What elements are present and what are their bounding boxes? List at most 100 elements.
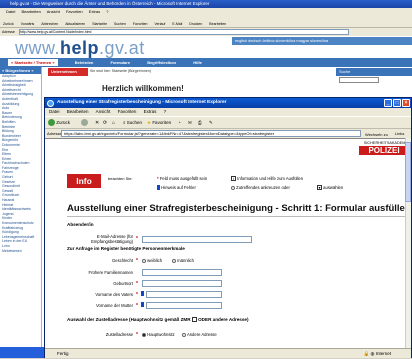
address-required-icon: * [136, 332, 138, 338]
side-nav-item[interactable]: Meldewesen [0, 249, 41, 254]
back-menu-help[interactable]: ? [106, 9, 108, 14]
section-person: Zur Anfrage im Register benötigte Person… [67, 246, 185, 251]
section-address-or: ODER [198, 317, 212, 322]
legend-select-text: auswählen [323, 185, 344, 190]
mother-name-field[interactable] [146, 302, 222, 309]
menu-view[interactable]: Ansicht [96, 109, 111, 114]
address-other-radio[interactable]: Andere Adresse [182, 332, 217, 337]
dropdown-sample-icon: ▾ [317, 185, 322, 191]
radio-selected-icon [142, 332, 146, 337]
address-bar: Adresse https://labc.bmi.gv.at/egovinfo/… [45, 128, 411, 137]
address-input[interactable]: https://labc.bmi.gv.at/egovinfo/Formular… [61, 130, 361, 137]
birthplace-field[interactable] [142, 280, 222, 287]
menu-favorites[interactable]: Favoriten [118, 109, 137, 114]
back-tb-refresh[interactable]: Aktualisieren [65, 22, 85, 26]
tab-unternehmen[interactable]: Unternehmen [48, 68, 88, 76]
logo-help: help [60, 38, 100, 58]
father-error-marker-icon [141, 291, 144, 296]
section-address-checkbox-icon [191, 317, 197, 323]
minimize-icon[interactable]: _ [384, 99, 392, 107]
gender-label: Geschlecht [112, 258, 133, 263]
side-nav-list: Adoption Arbeitnehmer/innen Arbeitslosigke… [0, 74, 41, 253]
favorites-label: Favoriten [152, 120, 172, 125]
star-icon: ★ [147, 120, 152, 125]
father-name-field[interactable] [146, 291, 222, 298]
page-content: SICHERHEITSAKADEMIE POLIZEI Info beachte… [45, 138, 411, 348]
back-menu-edit[interactable]: Bearbeiten [21, 9, 40, 14]
refresh-icon[interactable]: ⟳ [103, 119, 107, 127]
mail-icon[interactable]: ✉ [188, 119, 192, 127]
edit-icon[interactable]: ✎ [209, 119, 213, 127]
back-tb-search[interactable]: Suchen [114, 22, 126, 26]
back-address-input[interactable]: http://www.help.gv.at/Content.Node/index… [18, 29, 349, 36]
legend-required: * Feld muss ausgefüllt sein [157, 176, 207, 181]
back-menu-file[interactable]: Datei [6, 9, 15, 14]
close-icon[interactable]: × [402, 99, 410, 107]
forward-button[interactable] [81, 119, 88, 127]
page-title: Ausstellung einer Strafregisterbescheini… [67, 203, 411, 214]
legend-hint-text: Hinweis auf Fehler [161, 185, 196, 190]
email-field[interactable] [142, 236, 252, 243]
back-tb-print[interactable]: Drucken [189, 22, 202, 26]
back-tb-favorites[interactable]: Favoriten [133, 22, 148, 26]
favorites-button[interactable]: ★ Favoriten [147, 119, 171, 127]
required-star-icon: * [157, 176, 159, 181]
language-bar[interactable]: english deutsch čeština slovenščina magy… [232, 37, 412, 45]
section-sender: Absender/in [67, 222, 94, 227]
nav-start[interactable]: » Startseite / Themen « [8, 59, 58, 66]
menu-edit[interactable]: Bearbeiten [67, 109, 89, 114]
back-tb-stop[interactable]: Abbrechen [41, 22, 58, 26]
forward-arrow-icon [81, 119, 88, 127]
back-menu-bar: Datei Bearbeiten Ansicht Favoriten Extra… [0, 8, 412, 16]
email-required-icon: * [136, 236, 138, 242]
help-gv-logo[interactable]: www.help.gv.at [15, 38, 145, 59]
side-nav-head[interactable]: » Bürger/innen « [0, 67, 41, 74]
info-note: beachten Sie: [108, 176, 133, 181]
search-input[interactable] [339, 77, 379, 83]
stop-icon[interactable]: ✕ [95, 119, 99, 127]
legend-select: ▾ auswählen [317, 185, 344, 191]
radio-icon [182, 332, 186, 337]
back-menu-view[interactable]: Ansicht [47, 9, 60, 14]
address-main-label: Hauptwohnsitz [147, 332, 175, 337]
back-menu-tools[interactable]: Extras [89, 9, 100, 14]
nav-forms[interactable]: Formulare [111, 60, 131, 65]
search-button[interactable]: ⌕ Suchen [123, 119, 142, 127]
menu-tools[interactable]: Extras [144, 109, 157, 114]
nav-help[interactable]: Hilfe [193, 60, 202, 65]
back-tb-edit[interactable]: Bearbeiten [209, 22, 226, 26]
gender-male-radio[interactable]: männlich [172, 258, 194, 263]
scrollbar-thumb[interactable] [405, 142, 411, 202]
menu-file[interactable]: Datei [49, 109, 60, 114]
back-tb-home[interactable]: Startseite [92, 22, 107, 26]
menu-help[interactable]: ? [164, 109, 167, 114]
maximize-icon[interactable]: □ [393, 99, 401, 107]
birthplace-required-icon: * [136, 281, 138, 287]
former-names-field[interactable] [142, 269, 222, 276]
section-address-prefix: Auswahl der Zustelladresse (Hauptwohnsit… [67, 317, 191, 322]
ie-icon [47, 100, 54, 107]
nav-lexicon[interactable]: Begriffslexikon [147, 60, 176, 65]
back-button[interactable]: Zurück [48, 119, 70, 127]
gender-female-radio[interactable]: weiblich [142, 258, 162, 263]
links-label[interactable]: Links [395, 129, 404, 138]
back-tb-mail[interactable]: E-Mail [172, 22, 182, 26]
section-address: Auswahl der Zustelladresse (Hauptwohnsit… [67, 317, 249, 323]
logo-prefix: www. [15, 38, 61, 58]
gender-required-icon: * [136, 258, 138, 264]
main-nav: » Startseite / Themen « Behörden Formula… [0, 58, 412, 67]
history-icon[interactable]: ◔ [178, 119, 181, 127]
delivery-address-label: Zustelladresse [105, 332, 133, 337]
address-main-radio[interactable]: Hauptwohnsitz [142, 332, 175, 337]
former-names-label: Frühere Familiennamen [88, 270, 133, 275]
back-tb-back[interactable]: Zurück [3, 22, 14, 26]
window-title-bar[interactable]: Ausstellung einer Strafregisterbescheini… [45, 98, 411, 108]
home-icon[interactable]: ⌂ [112, 119, 115, 127]
back-tb-forward[interactable]: Vorwärts [21, 22, 35, 26]
back-menu-favorites[interactable]: Favoriten [66, 9, 83, 14]
print-icon[interactable]: ⎙ [198, 119, 202, 127]
police-logo: SICHERHEITSAKADEMIE POLIZEI [359, 141, 409, 159]
nav-authorities[interactable]: Behörden [75, 60, 94, 65]
legend-choose: Zutreffendes ankreuzen oder [231, 185, 290, 190]
back-tb-history[interactable]: Verlauf [154, 22, 165, 26]
